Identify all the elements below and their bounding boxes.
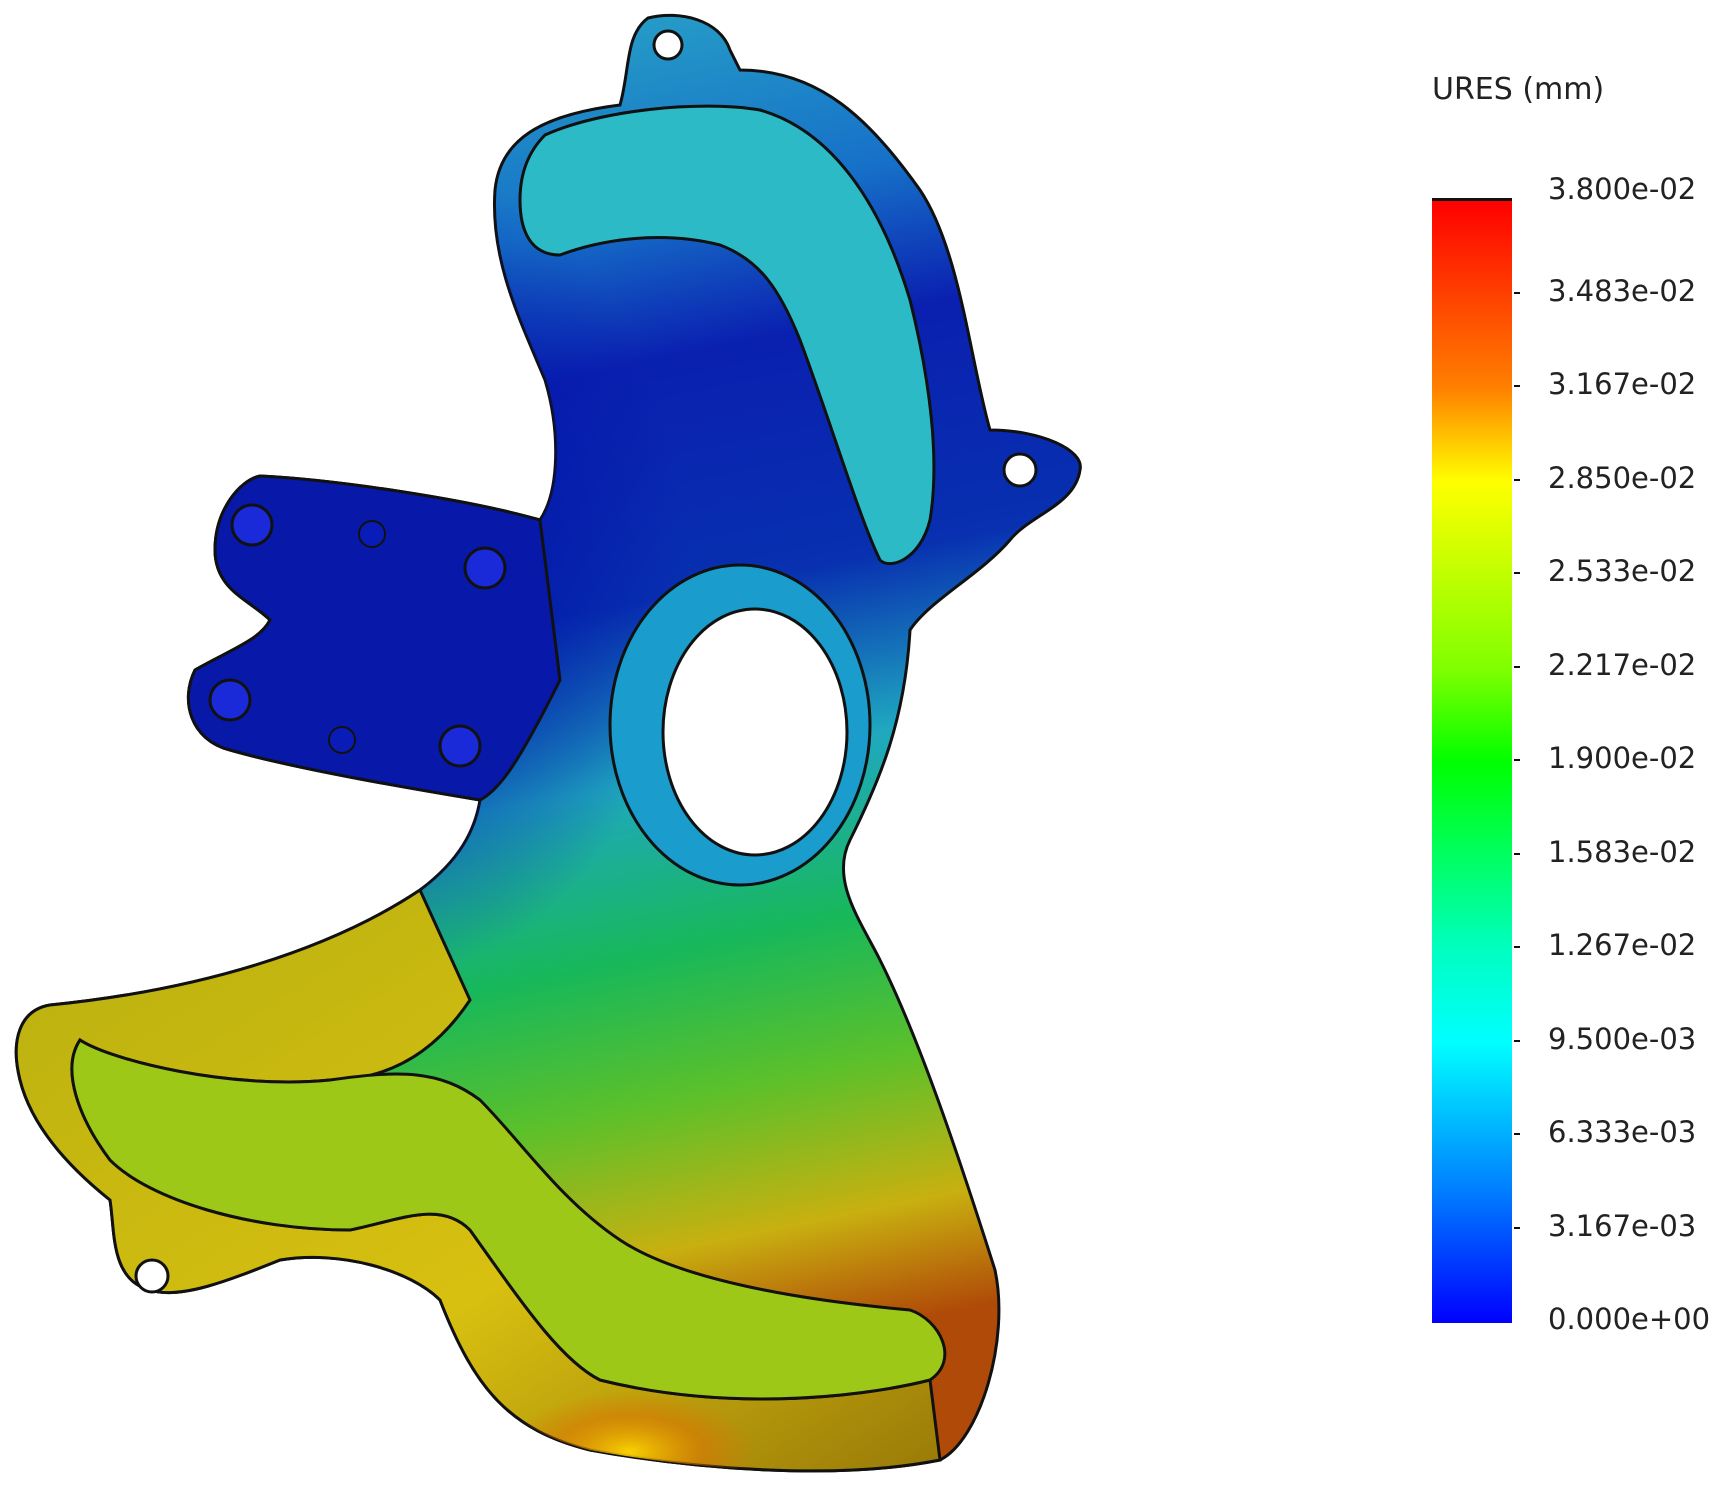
bolt-hole	[134, 1258, 170, 1294]
bolt-hole	[652, 29, 684, 61]
bolt-hole	[438, 724, 482, 768]
part-displacement-plot[interactable]	[0, 0, 1726, 1487]
bolt-hole	[328, 726, 356, 754]
central-hole	[661, 607, 849, 857]
bolt-hole	[208, 678, 252, 722]
bolt-hole	[358, 520, 386, 548]
bolt-hole	[463, 546, 507, 590]
bolt-hole	[230, 503, 274, 547]
bolt-hole	[1002, 452, 1038, 488]
result-viewport[interactable]: URES (mm) 3.800e-02 3.483e-02 3.167e-02 2.8…	[0, 0, 1726, 1487]
